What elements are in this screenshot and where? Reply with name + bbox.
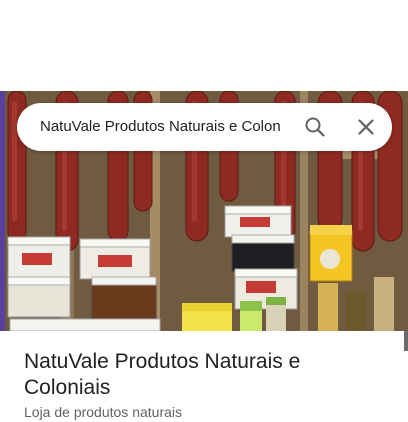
scrollbar[interactable] bbox=[404, 331, 408, 351]
search-input[interactable]: NatuVale Produtos Naturais e Colon bbox=[40, 118, 288, 135]
place-category: Loja de produtos naturais bbox=[24, 404, 182, 420]
close-icon[interactable] bbox=[354, 115, 378, 139]
search-bar[interactable]: NatuVale Produtos Naturais e Colon bbox=[17, 103, 392, 151]
place-info-card[interactable]: NatuVale Produtos Naturais e Coloniais L… bbox=[0, 331, 408, 422]
search-icon[interactable] bbox=[303, 115, 327, 139]
place-title: NatuVale Produtos Naturais e Coloniais bbox=[24, 350, 301, 399]
left-edge-bar bbox=[0, 91, 5, 331]
